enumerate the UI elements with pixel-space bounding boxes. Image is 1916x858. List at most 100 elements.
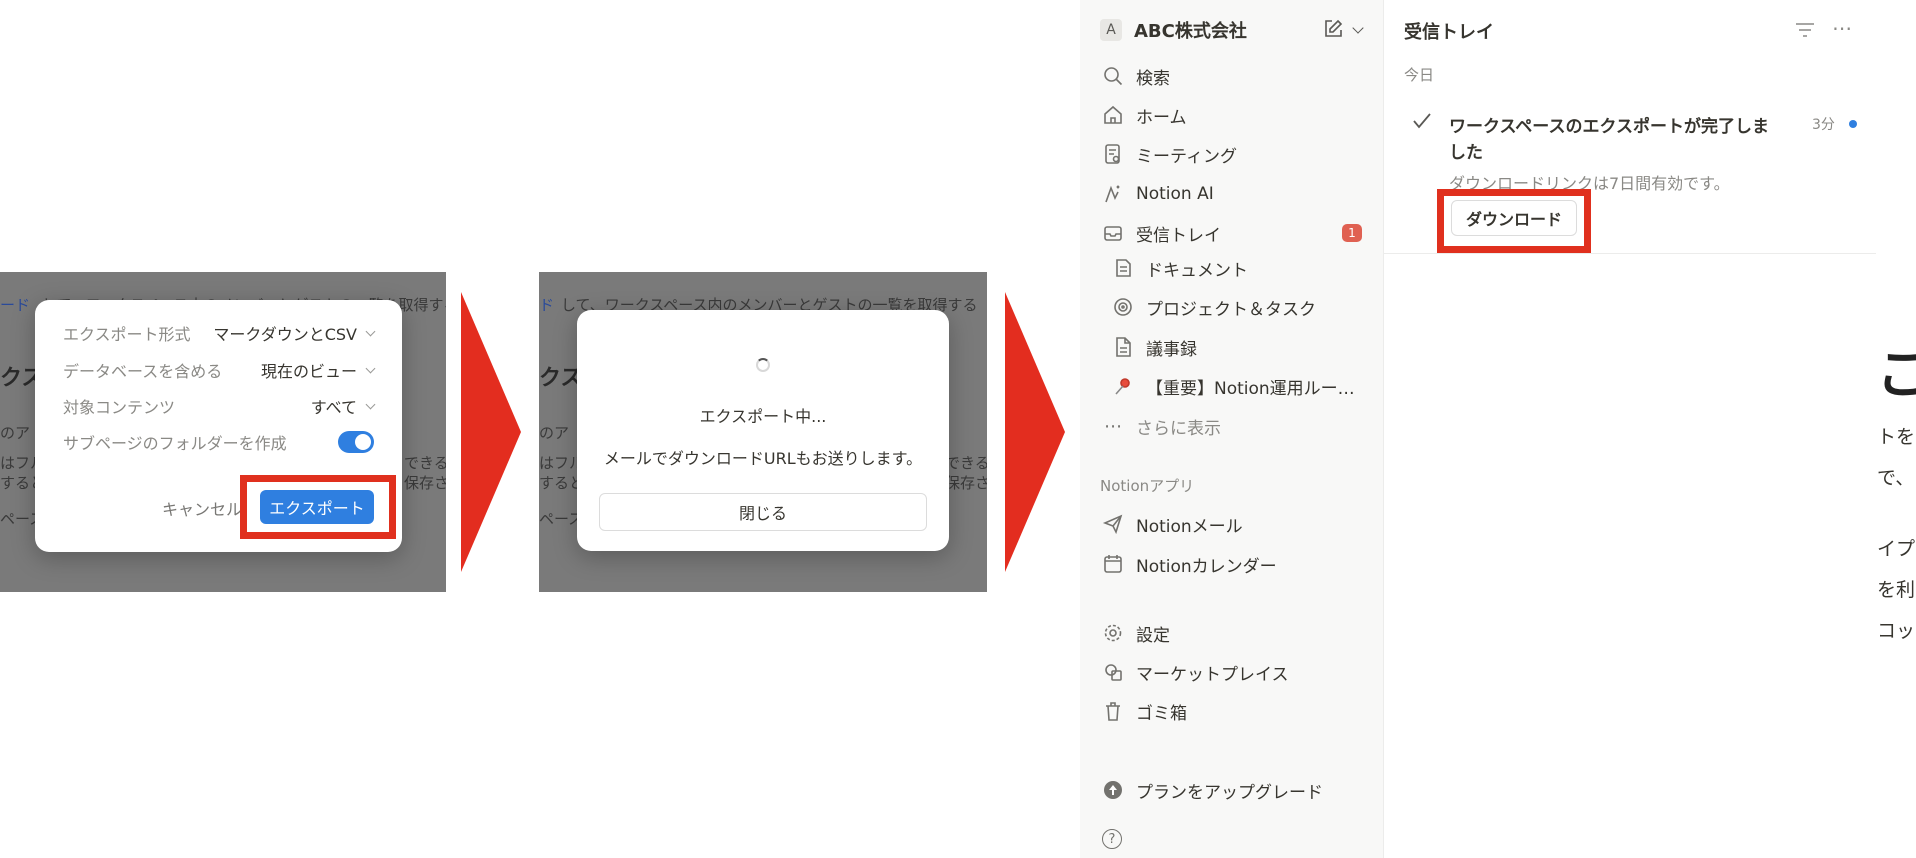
workspace-name: ABC株式会社 (1134, 21, 1247, 42)
chevron-down-icon (365, 399, 376, 409)
sidebar-item-label: 設定 (1136, 625, 1170, 646)
sidebar-page-rules[interactable]: 【重要】Notion運用ルー… (1110, 370, 1355, 402)
bg-text: のア (539, 424, 570, 442)
include-database-value[interactable]: 現在のビュー (261, 358, 357, 382)
sidebar-item-label: Notionカレンダー (1136, 556, 1277, 577)
sidebar-item-label: マーケットプレイス (1136, 664, 1289, 685)
exporting-panel: ド して、ワークスペース内のメンバーとゲストの一覧を取得する クス のア はフル… (539, 272, 987, 592)
sidebar-item-label: 検索 (1136, 68, 1170, 89)
upgrade-icon (1100, 777, 1126, 803)
sidebar-item-label: ホーム (1136, 107, 1187, 128)
page-icon (1110, 334, 1136, 360)
settings-icon (1100, 620, 1126, 646)
page-content-preview: こ トを で、 イプ を利 コック (1876, 0, 1916, 858)
exporting-message: メールでダウンロードURLもお送りします。 (603, 449, 923, 468)
sidebar-item-notion-calendar[interactable]: Notionカレンダー (1100, 548, 1277, 580)
filter-icon[interactable] (1794, 20, 1816, 44)
sidebar-item-label: ゴミ箱 (1136, 703, 1187, 724)
step-arrow (1005, 292, 1065, 572)
sidebar-item-label: ミーティング (1136, 146, 1237, 167)
doc-text: コック (1877, 620, 1916, 642)
target-content-row[interactable]: 対象コンテンツ すべて (63, 391, 376, 421)
target-content-label: 対象コンテンツ (63, 398, 176, 417)
sidebar-item-label: Notionメール (1136, 516, 1243, 537)
sidebar: A ABC株式会社 検索 ホーム ミーティング Notion AI 受信トレイ … (1080, 0, 1384, 858)
close-button[interactable]: 閉じる (599, 493, 927, 531)
sidebar-page-minutes[interactable]: 議事録 (1110, 331, 1197, 363)
inbox-title: 受信トレイ (1404, 22, 1494, 43)
doc-text: を利 (1877, 579, 1916, 601)
bg-text: 保存さ (945, 474, 987, 492)
check-icon (1412, 112, 1432, 134)
subpage-folder-row: サブページのフォルダーを作成 (63, 427, 374, 457)
chevron-down-icon (365, 326, 376, 336)
highlight-box (240, 475, 396, 539)
sidebar-item-inbox[interactable]: 受信トレイ (1100, 217, 1221, 249)
export-settings-panel: ード して、ワークスペース内のメンバーとゲストの一覧を取得する クス のア はフ… (0, 272, 446, 592)
pin-icon (1110, 373, 1136, 399)
chevron-down-icon[interactable] (1352, 22, 1364, 34)
sidebar-item-label: Notion AI (1136, 184, 1214, 204)
more-icon: ⋯ (1104, 415, 1122, 437)
sidebar-page-document[interactable]: ドキュメント (1110, 252, 1248, 284)
search-icon (1100, 63, 1126, 89)
export-format-row[interactable]: エクスポート形式 マークダウンとCSV (63, 318, 376, 348)
calendar-icon (1100, 551, 1126, 577)
workspace-switcher[interactable]: A ABC株式会社 (1100, 16, 1247, 44)
upgrade-plan-button[interactable]: プランをアップグレード (1100, 774, 1323, 806)
mail-icon (1100, 511, 1126, 537)
export-format-value[interactable]: マークダウンとCSV (213, 321, 357, 345)
home-icon (1100, 102, 1126, 128)
sidebar-item-label: 議事録 (1146, 339, 1197, 360)
target-icon (1110, 294, 1136, 320)
sidebar-show-more[interactable]: ⋯ さらに表示 (1100, 410, 1221, 442)
help-icon[interactable]: ? (1102, 829, 1122, 849)
bg-text: ード (0, 296, 31, 314)
sidebar-page-projects[interactable]: プロジェクト＆タスク (1110, 291, 1316, 323)
sidebar-item-label: プロジェクト＆タスク (1146, 299, 1316, 320)
bg-text: 保存さ (404, 474, 446, 492)
bg-text: できる (945, 454, 987, 472)
workspace-avatar: A (1100, 19, 1122, 41)
sidebar-item-label: 【重要】Notion運用ルー… (1146, 378, 1355, 399)
export-format-label: エクスポート形式 (63, 325, 191, 344)
sidebar-item-home[interactable]: ホーム (1100, 99, 1187, 131)
section-today: 今日 (1404, 66, 1435, 84)
more-options-icon[interactable]: ⋯ (1832, 16, 1852, 40)
doc-text: トを (1877, 426, 1916, 448)
include-database-row[interactable]: データベースを含める 現在のビュー (63, 355, 376, 385)
notification-title-cont: した (1449, 143, 1483, 163)
unread-dot (1849, 120, 1857, 128)
exporting-dialog: エクスポート中... メールでダウンロードURLもお送りします。 閉じる (577, 310, 949, 551)
loading-spinner-icon (756, 358, 770, 372)
sidebar-item-marketplace[interactable]: マーケットプレイス (1100, 656, 1289, 688)
bg-heading: クス (539, 366, 583, 391)
target-content-value[interactable]: すべて (311, 394, 357, 418)
inbox-icon (1100, 220, 1126, 246)
sidebar-item-notion-mail[interactable]: Notionメール (1100, 508, 1243, 540)
exporting-title: エクスポート中... (699, 407, 827, 426)
sidebar-item-settings[interactable]: 設定 (1100, 617, 1170, 649)
notion-ai-icon (1100, 181, 1126, 207)
doc-text: で、 (1877, 467, 1915, 489)
highlight-box (1437, 189, 1591, 253)
meeting-icon (1100, 141, 1126, 167)
sidebar-item-notion-ai[interactable]: Notion AI (1100, 178, 1214, 210)
new-page-icon[interactable] (1322, 18, 1344, 44)
chevron-down-icon (365, 363, 376, 373)
apps-section-title: Notionアプリ (1100, 477, 1195, 495)
document-icon (1110, 255, 1136, 281)
sidebar-item-search[interactable]: 検索 (1100, 60, 1170, 92)
sidebar-item-label: ドキュメント (1146, 260, 1248, 281)
include-database-label: データベースを含める (63, 362, 223, 381)
notification-title: ワークスペースのエクスポートが完了しま (1449, 117, 1769, 137)
subpage-folder-label: サブページのフォルダーを作成 (63, 434, 287, 453)
sidebar-item-label: プランをアップグレード (1136, 782, 1323, 803)
bg-text: のア (0, 424, 31, 442)
sidebar-item-meeting[interactable]: ミーティング (1100, 138, 1237, 170)
sidebar-item-label: さらに表示 (1136, 418, 1221, 439)
subpage-folder-toggle[interactable] (338, 431, 374, 453)
cancel-button[interactable]: キャンセル (162, 496, 242, 520)
sidebar-item-trash[interactable]: ゴミ箱 (1100, 695, 1187, 727)
inbox-panel: 受信トレイ ⋯ 今日 ワークスペースのエクスポートが完了しま した 3分 ダウン… (1384, 0, 1876, 858)
